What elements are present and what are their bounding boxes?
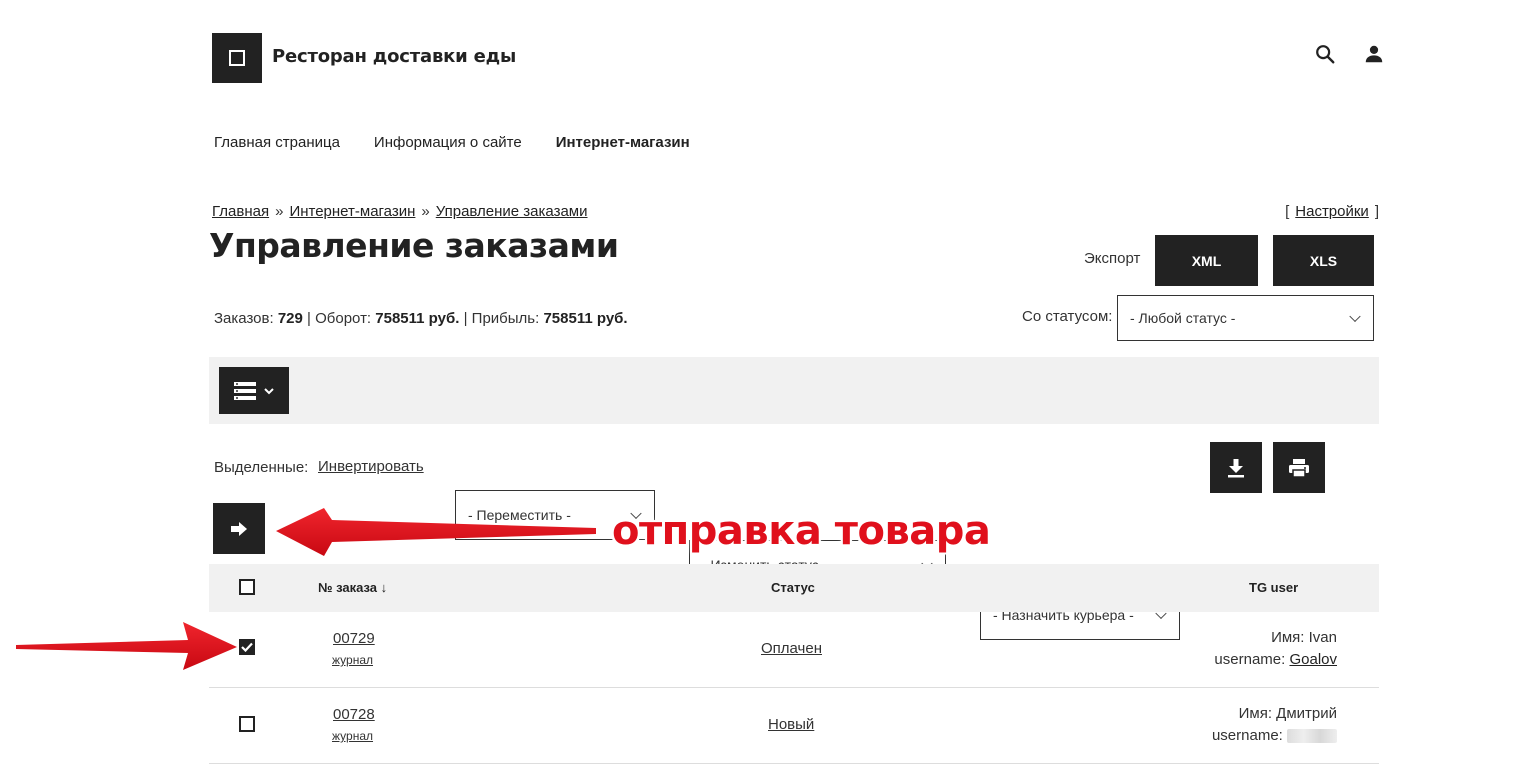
order-number-link[interactable]: 00728 (333, 706, 375, 723)
username-label: username: (1214, 651, 1286, 668)
column-header-status[interactable]: Статус (771, 580, 815, 595)
tg-user-name: Дмитрий (1276, 705, 1337, 722)
row-checkbox[interactable] (239, 716, 255, 732)
blurred-username (1287, 729, 1337, 744)
order-journal-link[interactable]: журнал (332, 729, 373, 743)
tg-username-line: username: Goalov (1214, 649, 1337, 671)
name-label: Имя: (1238, 705, 1272, 722)
annotation-arrow-checkbox (16, 622, 237, 670)
order-status-link[interactable]: Оплачен (761, 640, 822, 657)
table-row: 00728 журнал Новый Имя: Дмитрий username… (209, 688, 1379, 764)
username-label: username: (1211, 727, 1283, 744)
table-header: № заказа ↓ Статус TG user (209, 564, 1379, 612)
tg-user-info: Имя: Ivan username: Goalov (1214, 627, 1337, 671)
tg-username-link[interactable]: Goalov (1289, 651, 1337, 668)
tg-user-name: Ivan (1308, 629, 1337, 646)
tg-user-name-line: Имя: Дмитрий (1212, 703, 1337, 725)
annotation-label: отправка товара (612, 508, 991, 554)
annotation-arrow-ship (276, 508, 596, 556)
name-label: Имя: (1271, 629, 1305, 646)
order-journal-link[interactable]: журнал (332, 653, 373, 667)
column-header-order[interactable]: № заказа ↓ (318, 580, 387, 595)
order-number-link[interactable]: 00729 (333, 630, 375, 647)
tg-user-info: Имя: Дмитрий username: (1212, 703, 1337, 747)
checkmark-icon (241, 642, 253, 652)
tg-username-line: username: (1212, 725, 1337, 747)
column-header-tg-user[interactable]: TG user (1249, 580, 1298, 595)
select-all-checkbox[interactable] (239, 579, 255, 595)
table-row: 00729 журнал Оплачен Имя: Ivan username:… (209, 612, 1379, 688)
tg-user-name-line: Имя: Ivan (1214, 627, 1337, 649)
order-status-link[interactable]: Новый (768, 716, 814, 733)
row-checkbox[interactable] (239, 639, 255, 655)
